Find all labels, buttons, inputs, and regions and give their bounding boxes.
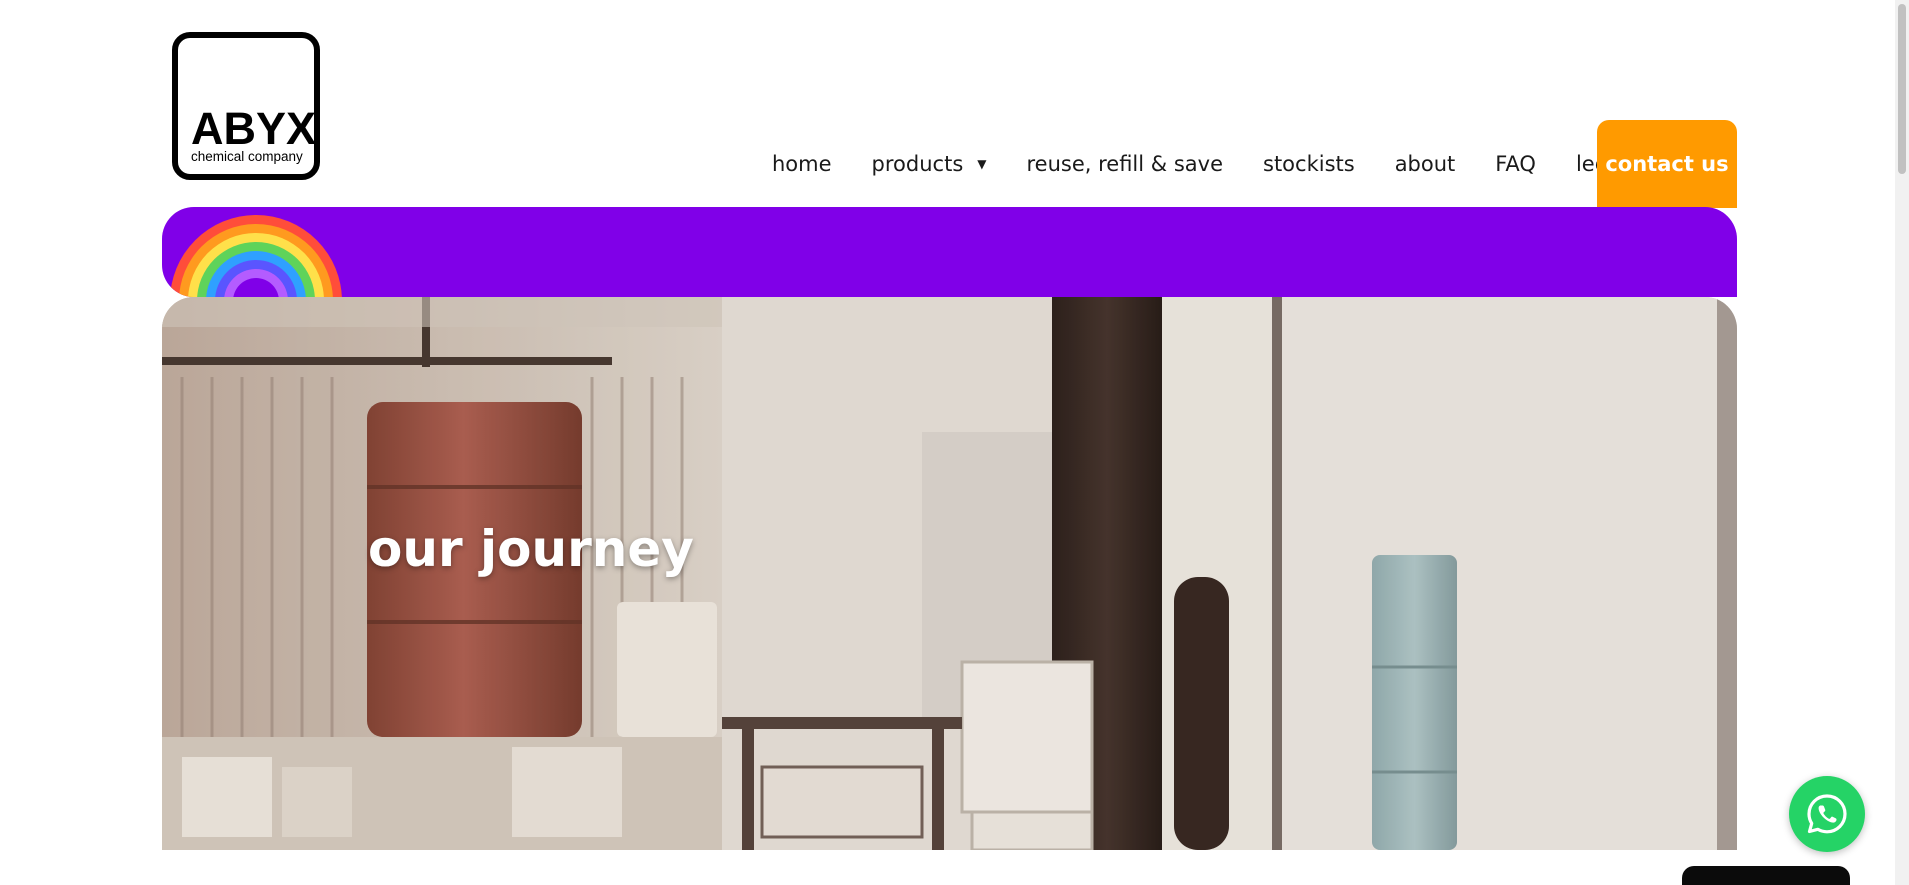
caret-down-icon: ▼ [977,157,987,171]
nav-item-stockists[interactable]: stockists [1243,120,1375,208]
purple-banner [162,207,1737,297]
nav-item-label: reuse, refill & save [1026,152,1224,176]
main-nav: home products ▼ reuse, refill & save sto… [752,120,1647,208]
rainbow-icon [170,215,342,297]
nav-item-label: FAQ [1495,152,1536,176]
page-scrollbar[interactable] [1895,0,1909,885]
nav-item-home[interactable]: home [752,120,852,208]
chat-widget-tab[interactable] [1682,866,1850,885]
nav-item-faq[interactable]: FAQ [1475,120,1556,208]
contact-us-button[interactable]: contact us [1597,120,1737,208]
nav-item-reuse-refill-save[interactable]: reuse, refill & save [1007,120,1244,208]
nav-item-label: stockists [1263,152,1355,176]
whatsapp-icon [1807,794,1847,834]
site-logo[interactable]: ABYX chemical company [172,32,320,180]
nav-item-label: home [772,152,832,176]
nav-item-label: about [1394,152,1456,176]
hero-title: our journey [368,520,694,578]
logo-subtitle: chemical company [191,149,303,164]
whatsapp-chat-button[interactable] [1789,776,1865,852]
nav-item-about[interactable]: about [1375,120,1476,208]
nav-item-label: products [871,152,964,176]
logo-word: ABYX [191,103,317,154]
hero-section: our journey [162,297,1737,850]
scrollbar-thumb[interactable] [1898,4,1906,174]
page: ABYX chemical company home products ▼ re… [0,0,1909,885]
nav-item-products[interactable]: products ▼ [852,120,1007,208]
